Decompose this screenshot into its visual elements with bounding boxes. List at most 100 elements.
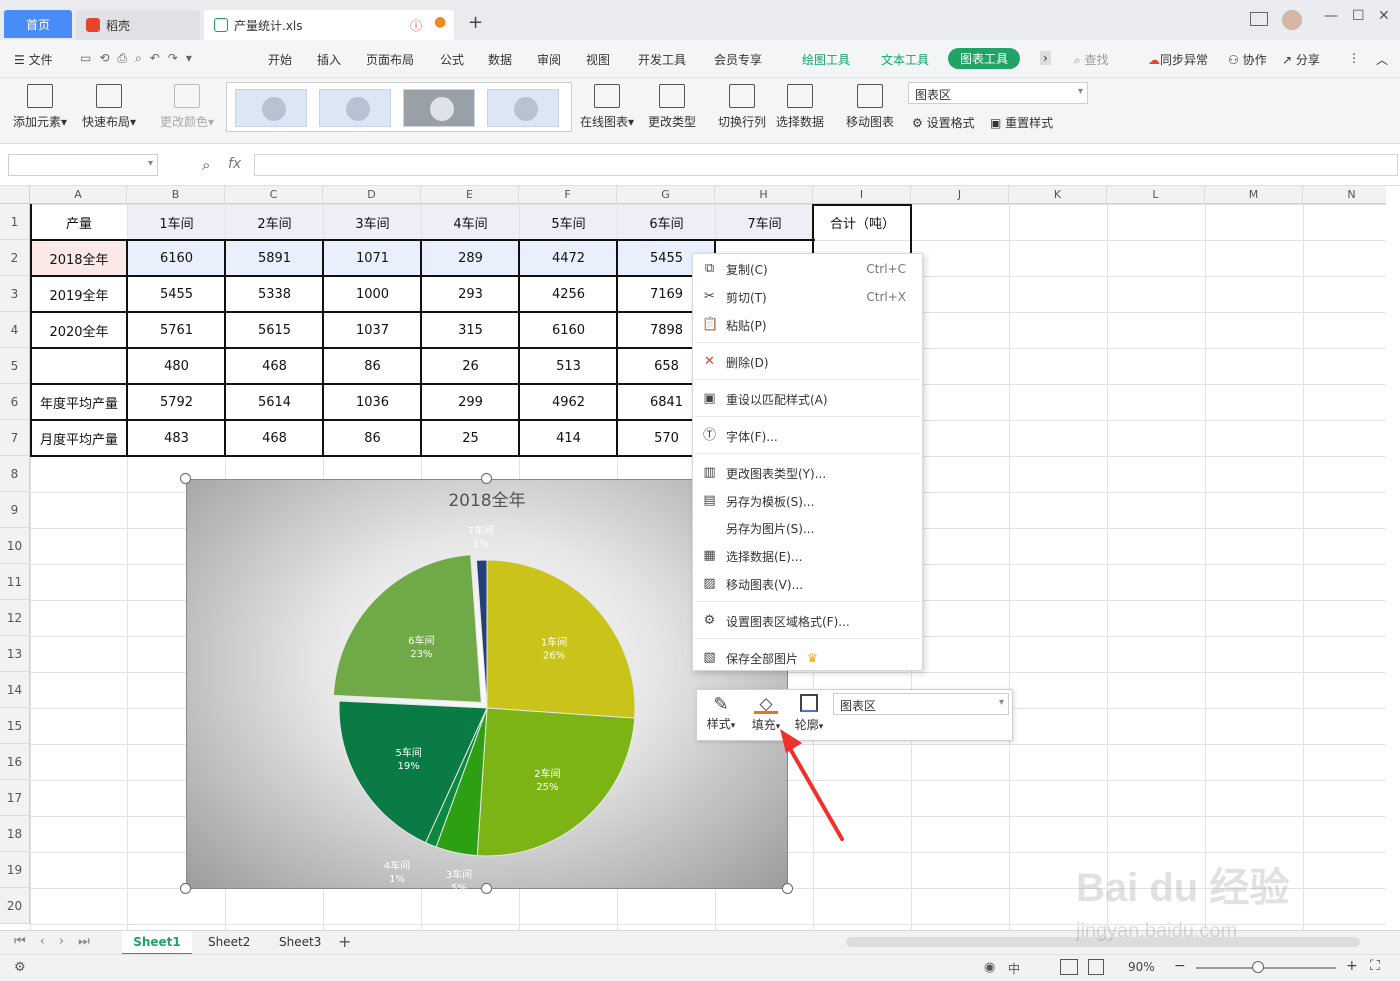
reset-style-button[interactable]: ▣ 重置样式 bbox=[990, 114, 1053, 131]
change-type-button[interactable]: 更改类型 bbox=[646, 84, 698, 130]
table-header-cell[interactable]: 6车间 bbox=[618, 205, 715, 240]
table-cell[interactable] bbox=[31, 349, 127, 384]
pie-category-label[interactable]: 7车间 bbox=[468, 524, 494, 537]
avatar[interactable] bbox=[1282, 10, 1302, 30]
row-header[interactable]: 18 bbox=[0, 816, 30, 852]
pie-percent-label[interactable]: 5% bbox=[451, 883, 467, 894]
row-header[interactable]: 3 bbox=[0, 276, 30, 312]
row-header[interactable]: 4 bbox=[0, 312, 30, 348]
table-cell[interactable]: 月度平均产量 bbox=[31, 421, 127, 456]
table-cell[interactable]: 299 bbox=[422, 385, 519, 420]
pie-category-label[interactable]: 5车间 bbox=[395, 746, 421, 759]
zoom-out-button[interactable]: − bbox=[1174, 958, 1186, 974]
ctx-font[interactable]: Ⓣ 字体(F)... bbox=[693, 423, 922, 449]
row-header[interactable]: 19 bbox=[0, 852, 30, 888]
pie-category-label[interactable]: 3车间 bbox=[446, 868, 472, 881]
pie-percent-label[interactable]: 19% bbox=[398, 761, 420, 772]
file-menu[interactable]: ☰ 文件 bbox=[14, 51, 53, 68]
table-cell[interactable]: 4256 bbox=[520, 277, 617, 312]
pie-percent-label[interactable]: 1% bbox=[473, 539, 489, 550]
pie-category-label[interactable]: 1车间 bbox=[541, 635, 567, 648]
table-cell[interactable]: 1036 bbox=[324, 385, 421, 420]
table-cell[interactable]: 293 bbox=[422, 277, 519, 312]
menu-chart-tools[interactable]: 图表工具 bbox=[948, 48, 1021, 69]
menu-page-layout[interactable]: 页面布局 bbox=[366, 51, 414, 68]
table-cell[interactable]: 2018全年 bbox=[30, 240, 128, 277]
column-header[interactable]: K bbox=[1009, 186, 1107, 204]
chart-style-thumb[interactable] bbox=[319, 89, 391, 127]
table-cell[interactable]: 468 bbox=[226, 421, 323, 456]
column-header[interactable]: J bbox=[911, 186, 1009, 204]
row-header[interactable]: 17 bbox=[0, 780, 30, 816]
set-format-button[interactable]: ⚙ 设置格式 bbox=[912, 114, 975, 131]
ctx-move-chart[interactable]: ▨ 移动图表(V)... bbox=[693, 571, 922, 597]
column-header[interactable]: F bbox=[519, 186, 617, 204]
collapse-ribbon-icon[interactable]: ︿ bbox=[1376, 51, 1388, 68]
pie-category-label[interactable]: 2车间 bbox=[534, 767, 560, 780]
table-header-cell[interactable]: 5车间 bbox=[520, 205, 617, 240]
table-cell[interactable]: 6160 bbox=[520, 313, 617, 348]
ctx-paste[interactable]: 📋 粘贴(P) bbox=[693, 312, 922, 338]
window-layout-icon[interactable] bbox=[1250, 12, 1268, 26]
table-cell[interactable]: 5615 bbox=[226, 313, 323, 348]
sheet-nav-arrows[interactable]: ⏮‹›⏭ bbox=[14, 934, 104, 949]
table-cell[interactable]: 468 bbox=[226, 349, 323, 384]
row-header[interactable]: 10 bbox=[0, 528, 30, 564]
table-cell[interactable]: 2019全年 bbox=[31, 277, 127, 312]
menu-start[interactable]: 开始 bbox=[268, 51, 292, 68]
tab-home[interactable]: 首页 bbox=[4, 10, 72, 38]
table-cell[interactable]: 289 bbox=[422, 241, 519, 276]
chart-style-thumb[interactable] bbox=[403, 89, 475, 127]
table-cell[interactable]: 25 bbox=[422, 421, 519, 456]
pie-percent-label[interactable]: 23% bbox=[410, 649, 432, 660]
row-header[interactable]: 12 bbox=[0, 600, 30, 636]
resize-handle[interactable] bbox=[481, 883, 492, 894]
select-all-corner[interactable] bbox=[0, 186, 30, 204]
table-header-cell[interactable]: 产量 bbox=[31, 205, 127, 240]
column-header[interactable]: M bbox=[1205, 186, 1303, 204]
mini-area-select[interactable]: 图表区 bbox=[833, 693, 1009, 715]
switch-rowcol-button[interactable]: 切换行列 bbox=[716, 84, 768, 130]
table-header-cell[interactable]: 合计（吨） bbox=[814, 205, 911, 240]
table-cell[interactable]: 2020全年 bbox=[31, 313, 127, 348]
more-icon[interactable]: ⋮ bbox=[1348, 51, 1360, 65]
ctx-select-data[interactable]: ▦ 选择数据(E)... bbox=[693, 543, 922, 569]
table-cell[interactable]: 年度平均产量 bbox=[31, 385, 127, 420]
quick-access-icons[interactable]: ▭⟲⎙⌕↶↷▾ bbox=[80, 51, 200, 66]
table-cell[interactable]: 5455 bbox=[128, 277, 225, 312]
pie-slice[interactable] bbox=[332, 554, 482, 703]
chart-style-thumb[interactable] bbox=[487, 89, 559, 127]
table-header-cell[interactable]: 1车间 bbox=[128, 205, 225, 240]
row-header[interactable]: 8 bbox=[0, 456, 30, 492]
close-icon[interactable]: ✕ bbox=[1378, 8, 1390, 24]
share-button[interactable]: ↗ 分享 bbox=[1282, 51, 1320, 68]
column-header[interactable]: G bbox=[617, 186, 715, 204]
row-header[interactable]: 14 bbox=[0, 672, 30, 708]
row-header[interactable]: 16 bbox=[0, 744, 30, 780]
column-header[interactable]: A bbox=[30, 186, 127, 204]
ctx-reset-style[interactable]: ▣ 重设以匹配样式(A) bbox=[693, 386, 922, 412]
menu-formula[interactable]: 公式 bbox=[440, 51, 464, 68]
ctx-change-chart-type[interactable]: ▥ 更改图表类型(Y)... bbox=[693, 460, 922, 486]
row-header[interactable]: 2 bbox=[0, 240, 30, 276]
table-header-cell[interactable]: 7车间 bbox=[716, 205, 813, 240]
input-method[interactable]: 中 bbox=[1008, 960, 1020, 977]
ctx-save-template[interactable]: ▤ 另存为模板(S)... bbox=[693, 488, 922, 514]
menu-insert[interactable]: 插入 bbox=[317, 51, 341, 68]
table-cell[interactable]: 315 bbox=[422, 313, 519, 348]
normal-view-icon[interactable] bbox=[1060, 959, 1078, 975]
row-header[interactable]: 9 bbox=[0, 492, 30, 528]
row-header[interactable]: 1 bbox=[0, 204, 30, 240]
style-button[interactable]: ✎ 样式▾ bbox=[703, 694, 739, 732]
column-header[interactable]: E bbox=[421, 186, 519, 204]
select-data-button[interactable]: 选择数据 bbox=[774, 84, 826, 130]
move-chart-button[interactable]: 移动图表 bbox=[844, 84, 896, 130]
ctx-cut[interactable]: ✂ 剪切(T) Ctrl+X bbox=[693, 284, 922, 310]
pie-percent-label[interactable]: 26% bbox=[543, 650, 565, 661]
table-cell[interactable]: 5792 bbox=[128, 385, 225, 420]
table-cell[interactable]: 1071 bbox=[324, 241, 421, 276]
column-header[interactable]: I bbox=[813, 186, 911, 204]
chart-area-select[interactable]: 图表区 bbox=[908, 82, 1088, 104]
table-cell[interactable]: 26 bbox=[422, 349, 519, 384]
menu-text-tools[interactable]: 文本工具 bbox=[881, 51, 929, 68]
